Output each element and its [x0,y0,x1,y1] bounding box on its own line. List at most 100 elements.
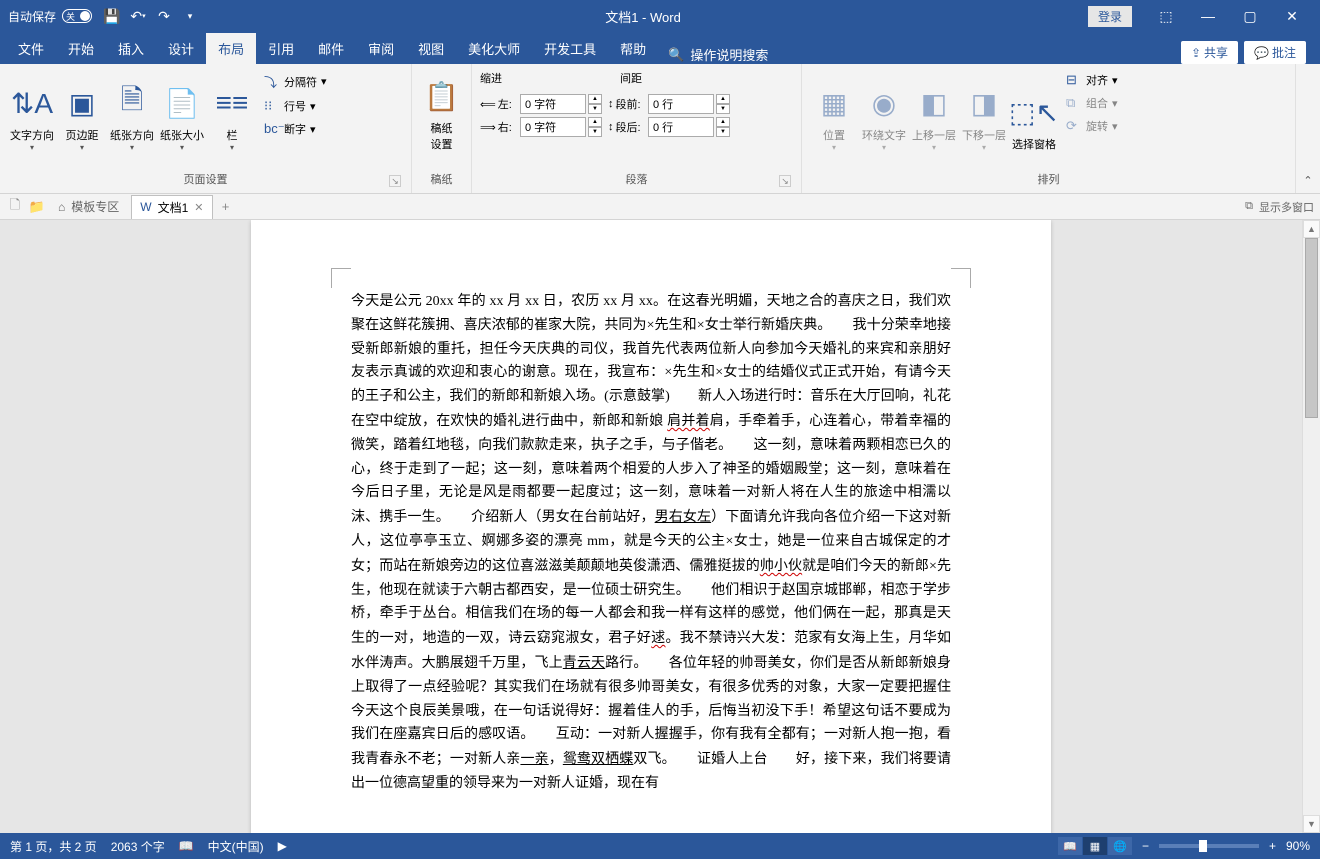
text-direction-button[interactable]: ⇅A文字方向▾ [8,68,56,156]
spin-down[interactable]: ▼ [716,127,730,137]
text-direction-icon: ⇅A [11,83,53,123]
tell-me-search[interactable]: 🔍 操作说明搜索 [668,45,768,64]
zoom-percent[interactable]: 90% [1286,839,1310,853]
window-title: 文档1 - Word [198,7,1088,26]
collapse-ribbon-icon[interactable]: ⌃ [1296,64,1320,193]
close-tab-icon[interactable]: ✕ [194,201,203,214]
home-icon: ⌂ [58,200,65,214]
tab-references[interactable]: 引用 [256,33,306,64]
tab-mail[interactable]: 邮件 [306,33,356,64]
spin-up[interactable]: ▲ [588,94,602,104]
redo-icon[interactable]: ↷ [156,8,172,24]
indent-left-icon: ⟸ [480,98,496,111]
bring-forward-button: ◧上移一层▾ [910,68,958,156]
print-layout-icon[interactable]: ▦ [1083,837,1107,855]
maximize-icon[interactable]: ▢ [1230,2,1270,30]
indent-right-input[interactable] [520,117,586,137]
group-button: ⧉组合 ▾ [1062,93,1122,113]
position-button: ▦位置▾ [810,68,858,156]
size-button[interactable]: 📄纸张大小▾ [158,68,206,156]
vertical-scrollbar[interactable]: ▲ ▼ [1302,220,1320,833]
save-icon[interactable]: 💾 [104,8,120,24]
tab-review[interactable]: 审阅 [356,33,406,64]
spin-down[interactable]: ▼ [588,127,602,137]
space-before-icon: ↕ [608,98,614,110]
tab-layout[interactable]: 布局 [206,33,256,64]
macro-icon[interactable]: ▶ [278,839,287,853]
zoom-out-icon[interactable]: − [1142,839,1149,853]
tab-dev[interactable]: 开发工具 [532,33,608,64]
new-doc-icon[interactable]: 🗋 [6,198,24,216]
wrap-button: ◉环绕文字▾ [860,68,908,156]
tab-home[interactable]: 开始 [56,33,106,64]
selection-pane-icon: ⬚↖ [1009,92,1059,132]
tab-beautify[interactable]: 美化大师 [456,33,532,64]
read-mode-icon[interactable]: 📖 [1058,837,1082,855]
space-after-input[interactable] [648,117,714,137]
open-folder-icon[interactable]: 📁 [28,198,46,216]
multi-window-label[interactable]: 显示多窗口 [1259,199,1314,215]
tab-view[interactable]: 视图 [406,33,456,64]
orientation-icon: 🗎 [121,83,144,123]
share-button[interactable]: ⇪共享 [1181,41,1238,64]
indent-left-input[interactable] [520,94,586,114]
hyphenation-button[interactable]: bc⁻断字 ▾ [260,119,331,139]
autosave-toggle[interactable]: 自动保存 关 [8,8,92,25]
manuscript-button[interactable]: 📋稿纸 设置 [420,68,463,156]
multi-window-icon[interactable]: ⧉ [1245,200,1253,213]
document-tab[interactable]: W文档1✕ [131,195,212,219]
zoom-in-icon[interactable]: + [1269,839,1276,853]
add-tab-icon[interactable]: + [217,198,235,216]
page-size-icon: 📄 [165,83,200,123]
scroll-down-icon[interactable]: ▼ [1303,815,1320,833]
comments-button[interactable]: 💬批注 [1244,41,1306,64]
comment-icon: 💬 [1254,46,1269,60]
spin-up[interactable]: ▲ [588,117,602,127]
rotate-icon: ⟳ [1066,118,1082,134]
template-tab[interactable]: ⌂模板专区 [50,195,127,218]
spacing-label: 间距 [620,70,642,86]
group-icon: ⧉ [1066,95,1082,111]
indent-right-icon: ⟹ [480,121,496,134]
tab-file[interactable]: 文件 [6,33,56,64]
align-button[interactable]: ⊟对齐 ▾ [1062,70,1122,90]
language-status[interactable]: 中文(中国) [208,838,264,855]
scroll-thumb[interactable] [1305,238,1318,418]
group-arrange: 排列 [810,169,1287,189]
spin-down[interactable]: ▼ [716,104,730,114]
web-layout-icon[interactable]: 🌐 [1108,837,1132,855]
document-body[interactable]: 今天是公元 20xx 年的 xx 月 xx 日，农历 xx 月 xx。在这春光明… [351,290,951,796]
tab-help[interactable]: 帮助 [608,33,658,64]
spin-up[interactable]: ▲ [716,117,730,127]
page-status[interactable]: 第 1 页，共 2 页 [10,838,97,855]
close-icon[interactable]: ✕ [1272,2,1312,30]
breaks-button[interactable]: ⤵分隔符 ▾ [260,70,331,93]
align-icon: ⊟ [1066,72,1082,88]
undo-icon[interactable]: ↶▾ [130,8,146,24]
spin-down[interactable]: ▼ [588,104,602,114]
columns-button[interactable]: ≡≡栏▾ [208,68,256,156]
group-paragraph: 段落↘ [480,169,793,189]
selection-pane-button[interactable]: ⬚↖选择窗格 [1010,68,1058,156]
qat-more-icon[interactable]: ▾ [182,8,198,24]
page-setup-dialog-launcher[interactable]: ↘ [389,175,401,187]
spellcheck-icon[interactable]: 📖 [179,839,194,853]
word-count[interactable]: 2063 个字 [111,838,165,855]
forward-icon: ◧ [921,83,947,123]
line-numbers-button[interactable]: ⁝⁝行号 ▾ [260,96,331,116]
tab-insert[interactable]: 插入 [106,33,156,64]
orientation-button[interactable]: 🗎纸张方向▾ [108,68,156,156]
login-button[interactable]: 登录 [1088,6,1132,27]
ribbon-options-icon[interactable]: ⬚ [1146,2,1186,30]
zoom-slider[interactable] [1159,844,1259,848]
send-backward-button: ◨下移一层▾ [960,68,1008,156]
margins-button[interactable]: ▣页边距▾ [58,68,106,156]
minimize-icon[interactable]: — [1188,2,1228,30]
spin-up[interactable]: ▲ [716,94,730,104]
breaks-icon: ⤵ [264,72,280,91]
space-before-input[interactable] [648,94,714,114]
paragraph-dialog-launcher[interactable]: ↘ [779,175,791,187]
scroll-up-icon[interactable]: ▲ [1303,220,1320,238]
tab-design[interactable]: 设计 [156,33,206,64]
margins-icon: ▣ [69,83,95,123]
